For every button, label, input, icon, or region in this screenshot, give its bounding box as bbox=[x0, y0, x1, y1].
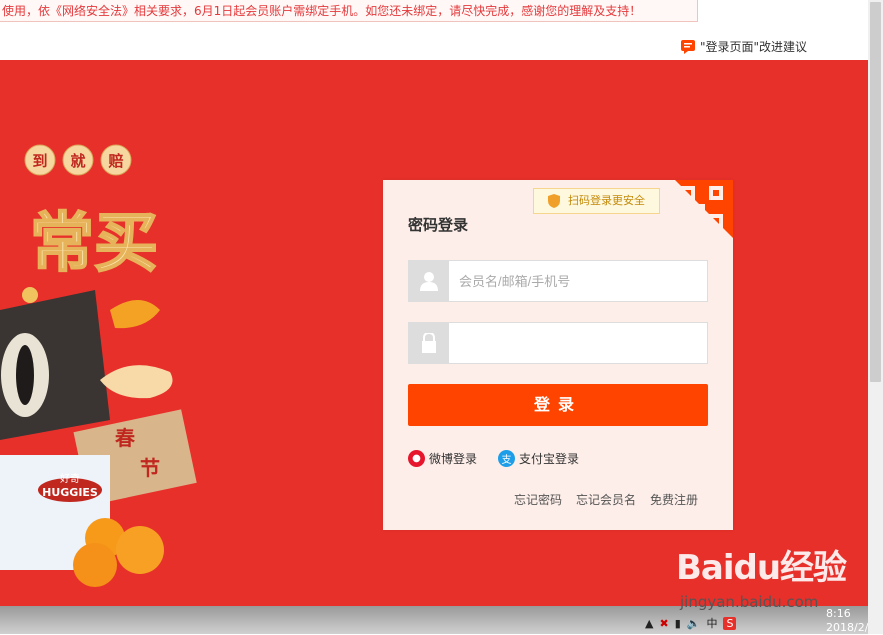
network-error-icon[interactable]: ✖ bbox=[659, 617, 668, 630]
security-notice-bar: 使用，依《网络安全法》相关要求，6月1日起会员账户需绑定手机。如您还未绑定，请尽… bbox=[0, 0, 698, 22]
shield-icon bbox=[548, 194, 560, 208]
alipay-icon: 支 bbox=[498, 450, 515, 467]
weibo-login-link[interactable]: ● 微博登录 bbox=[408, 450, 477, 467]
login-panel: 扫码登录更安全 密码登录 登录 ● 微博登录 bbox=[383, 180, 733, 530]
svg-text:赔: 赔 bbox=[108, 152, 123, 170]
tray-expand-icon[interactable]: ▲ bbox=[645, 617, 653, 630]
password-input[interactable] bbox=[449, 323, 707, 363]
login-button[interactable]: 登录 bbox=[408, 384, 708, 426]
ime-indicator[interactable]: 中 bbox=[706, 615, 717, 631]
username-input[interactable] bbox=[449, 261, 707, 301]
watermark-logo: Baidu经验 bbox=[676, 548, 847, 588]
forgot-username-link[interactable]: 忘记会员名 bbox=[576, 491, 636, 508]
alipay-login-link[interactable]: 支 支付宝登录 bbox=[498, 450, 579, 467]
promo-banner: 到 就 赔 常买 春 节 HUGGIES 好奇 扫码登录更安全 密码登录 会员名… bbox=[0, 60, 868, 606]
qr-code-icon[interactable] bbox=[675, 180, 733, 238]
user-icon bbox=[409, 261, 449, 301]
svg-text:到: 到 bbox=[32, 152, 47, 170]
promo-art: 到 就 赔 常买 春 节 HUGGIES 好奇 bbox=[0, 144, 197, 587]
weibo-label: 微博登录 bbox=[429, 452, 478, 466]
svg-text:就: 就 bbox=[70, 152, 85, 170]
alipay-label: 支付宝登录 bbox=[519, 452, 580, 466]
forgot-password-link[interactable]: 忘记密码 bbox=[514, 491, 562, 508]
lock-icon bbox=[409, 323, 449, 363]
signal-icon[interactable]: ▮ bbox=[675, 617, 681, 630]
qr-login-tip[interactable]: 扫码登录更安全 bbox=[533, 188, 660, 214]
svg-text:春: 春 bbox=[114, 426, 136, 450]
baidu-jingyan-watermark: Baidu经验 jingyan.baidu.com bbox=[676, 540, 847, 611]
svg-text:好奇: 好奇 bbox=[60, 472, 80, 485]
login-title: 密码登录 bbox=[408, 216, 469, 234]
sogou-icon[interactable]: S bbox=[723, 616, 737, 630]
svg-text:常买: 常买 bbox=[30, 207, 158, 281]
svg-text:HUGGIES: HUGGIES bbox=[42, 486, 98, 499]
username-field bbox=[408, 260, 708, 302]
feedback-label: "登录页面"改进建议 bbox=[699, 40, 807, 54]
feedback-link[interactable]: "登录页面"改进建议 bbox=[680, 38, 807, 55]
notice-text: 使用，依《网络安全法》相关要求，6月1日起会员账户需绑定手机。如您还未绑定，请尽… bbox=[2, 4, 642, 18]
login-help-links: 忘记密码 忘记会员名 免费注册 bbox=[514, 491, 698, 508]
register-link[interactable]: 免费注册 bbox=[650, 491, 698, 508]
weibo-icon: ● bbox=[408, 450, 425, 467]
watermark-url: jingyan.baidu.com bbox=[680, 593, 819, 611]
password-field bbox=[408, 322, 708, 364]
qr-tip-label: 扫码登录更安全 bbox=[568, 194, 645, 207]
svg-text:节: 节 bbox=[140, 456, 160, 480]
volume-icon[interactable]: 🔈 bbox=[687, 617, 701, 630]
scrollbar-thumb[interactable] bbox=[870, 2, 881, 382]
feedback-icon bbox=[680, 39, 695, 54]
